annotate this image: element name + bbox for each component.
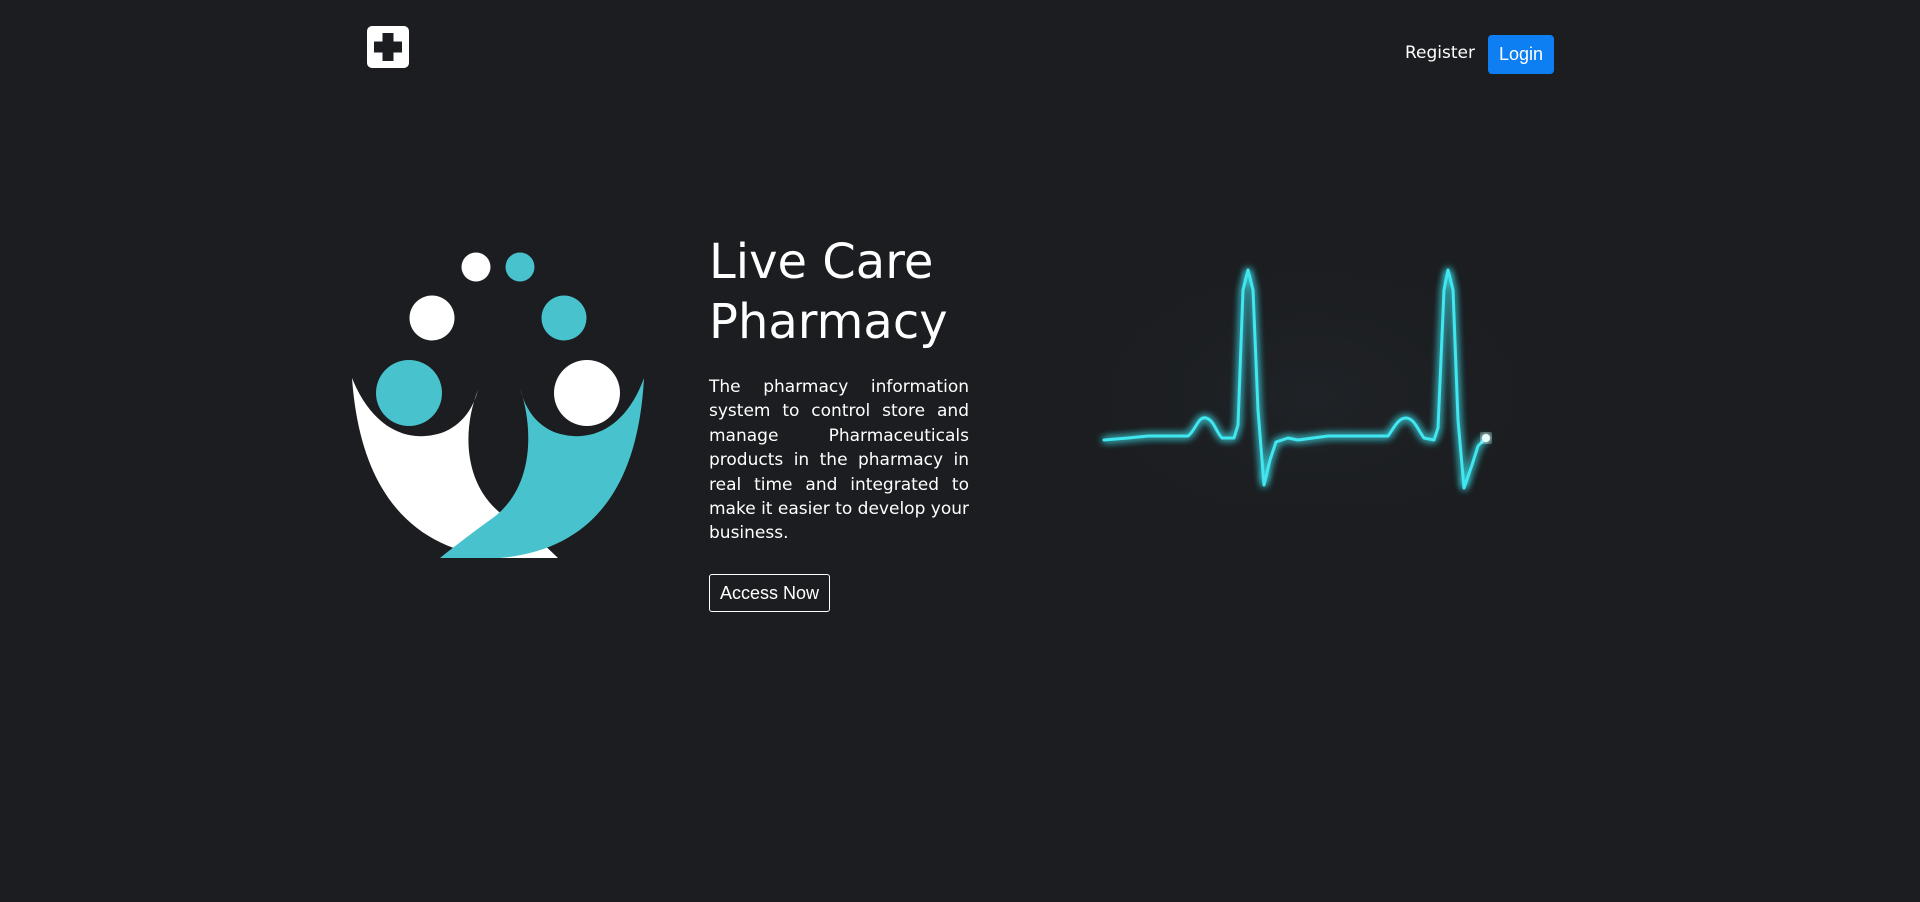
hero-description: The pharmacy information system to contr… bbox=[709, 377, 969, 544]
community-people-logo-icon bbox=[352, 252, 644, 558]
heartbeat-image bbox=[1088, 260, 1538, 505]
brand-logo-link[interactable] bbox=[367, 26, 409, 68]
hero-title-line1: Live Care bbox=[709, 234, 934, 290]
hero-logo bbox=[350, 250, 646, 560]
hero-title-line2: Pharmacy bbox=[709, 294, 948, 350]
hero-text-section: Live Care Pharmacy The pharmacy informat… bbox=[709, 232, 969, 612]
medical-cross-icon bbox=[374, 33, 402, 61]
heartbeat-line-icon bbox=[1102, 268, 1490, 490]
access-now-button[interactable]: Access Now bbox=[709, 573, 831, 612]
register-link[interactable]: Register bbox=[1405, 43, 1475, 63]
hero-title: Live Care Pharmacy bbox=[709, 232, 969, 352]
login-button[interactable]: Login bbox=[1488, 35, 1554, 74]
navbar: Register Login bbox=[0, 0, 1920, 100]
